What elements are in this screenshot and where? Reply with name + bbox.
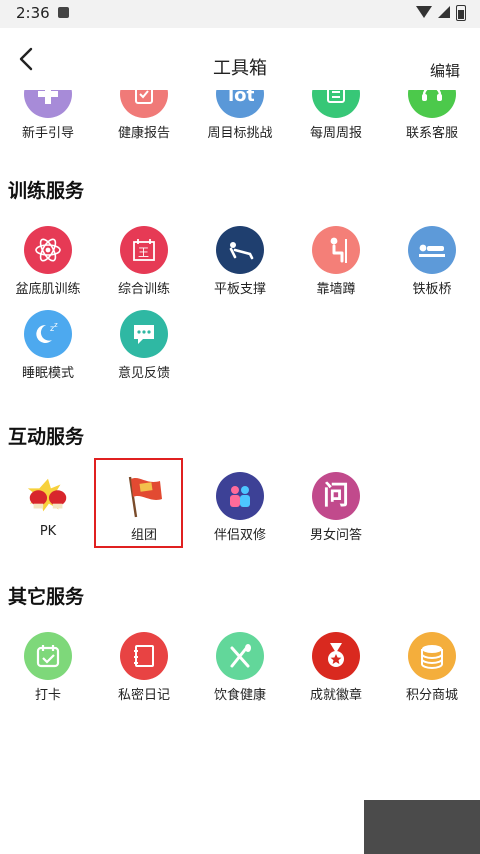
tool-label: 周目标挑战: [207, 126, 273, 141]
svg-text:王: 王: [138, 246, 149, 259]
tool-label: 盆底肌训练: [15, 282, 81, 297]
tool-contact-service[interactable]: 联系客服: [384, 90, 480, 150]
notification-icon: [58, 7, 69, 18]
tool-wall-squat[interactable]: 靠墙蹲: [288, 226, 384, 306]
tool-plank[interactable]: 平板支撑: [192, 226, 288, 306]
tool-label: 积分商城: [405, 688, 458, 703]
tool-newbie-guide[interactable]: 新手引导: [0, 90, 96, 150]
svg-text:z: z: [54, 321, 58, 329]
report-icon: [120, 90, 168, 118]
tool-diet-health[interactable]: 饮食健康: [192, 632, 288, 712]
atom-icon: [24, 226, 72, 274]
bridge-icon: [408, 226, 456, 274]
tool-label: 私密日记: [117, 688, 170, 703]
tool-label: 饮食健康: [213, 688, 266, 703]
status-time: 2:36: [16, 4, 50, 22]
plank-icon: [216, 226, 264, 274]
tool-label: 睡眠模式: [21, 366, 74, 381]
tool-label: 打卡: [34, 688, 61, 703]
diet-icon: [216, 632, 264, 680]
app-header: 工具箱 编辑: [0, 28, 480, 90]
signal-icon: [438, 6, 450, 18]
tool-label: 意见反馈: [117, 366, 170, 381]
section-title-training: 训练服务: [8, 180, 85, 202]
section-title-interactive: 互动服务: [8, 426, 85, 448]
challenge-icon: lot: [216, 90, 264, 118]
nav-overlay: [364, 800, 480, 854]
tool-weekly-challenge[interactable]: lot 周目标挑战: [192, 90, 288, 150]
tool-label: 新手引导: [21, 126, 74, 141]
training-icon: 王: [120, 226, 168, 274]
toolbox-scroll[interactable]: 新手引导 健康报告 lot 周目标挑战 每周周报 联系客服 训练服务 盆底肌训练…: [0, 90, 480, 854]
edit-button[interactable]: 编辑: [430, 60, 460, 81]
question-glyph: 问: [322, 481, 349, 511]
tool-label: 健康报告: [117, 126, 170, 141]
tool-comprehensive-training[interactable]: 王 综合训练: [96, 226, 192, 306]
wall-squat-icon: [312, 226, 360, 274]
tool-label: 联系客服: [405, 126, 458, 141]
tool-iron-bridge[interactable]: 铁板桥: [384, 226, 480, 306]
moon-icon: zz: [24, 310, 72, 358]
tool-label: 靠墙蹲: [316, 282, 356, 297]
tool-pelvic-training[interactable]: 盆底肌训练: [0, 226, 96, 306]
tool-pk[interactable]: PK: [0, 472, 96, 552]
boxing-gloves-icon: [24, 472, 72, 520]
tool-private-diary[interactable]: 私密日记: [96, 632, 192, 712]
tool-health-report[interactable]: 健康报告: [96, 90, 192, 150]
tool-weekly-report[interactable]: 每周周报: [288, 90, 384, 150]
flag-icon: [120, 472, 168, 520]
medal-icon: [312, 632, 360, 680]
wifi-icon: [416, 6, 432, 18]
tool-label: 男女问答: [309, 528, 362, 543]
page-title: 工具箱: [213, 58, 267, 79]
tool-label: 每周周报: [309, 126, 362, 141]
diary-icon: [120, 632, 168, 680]
section-title-other: 其它服务: [8, 586, 85, 608]
tool-label: 组团: [130, 528, 157, 543]
coins-icon: [408, 632, 456, 680]
tool-checkin[interactable]: 打卡: [0, 632, 96, 712]
tool-points-mall[interactable]: 积分商城: [384, 632, 480, 712]
tool-qa[interactable]: 问 男女问答: [288, 472, 384, 552]
feedback-icon: [120, 310, 168, 358]
couple-icon: [216, 472, 264, 520]
status-bar: 2:36: [0, 0, 480, 28]
svg-text:lot: lot: [228, 90, 254, 104]
tool-label: 综合训练: [117, 282, 170, 297]
tool-label: 铁板桥: [412, 282, 452, 297]
tool-label: 伴侣双修: [213, 528, 266, 543]
tool-label: PK: [39, 524, 57, 539]
tool-achievement-badge[interactable]: 成就徽章: [288, 632, 384, 712]
customer-service-icon: [408, 90, 456, 118]
weekly-report-icon: [312, 90, 360, 118]
tool-sleep-mode[interactable]: zz 睡眠模式: [0, 310, 96, 390]
tool-label: 成就徽章: [309, 688, 362, 703]
guide-icon: [24, 90, 72, 118]
tool-feedback[interactable]: 意见反馈: [96, 310, 192, 390]
question-icon: 问: [312, 472, 360, 520]
battery-icon: [456, 5, 466, 21]
tool-group[interactable]: 组团: [96, 472, 192, 552]
tool-label: 平板支撑: [213, 282, 266, 297]
tool-couple-training[interactable]: 伴侣双修: [192, 472, 288, 552]
checkin-calendar-icon: [24, 632, 72, 680]
